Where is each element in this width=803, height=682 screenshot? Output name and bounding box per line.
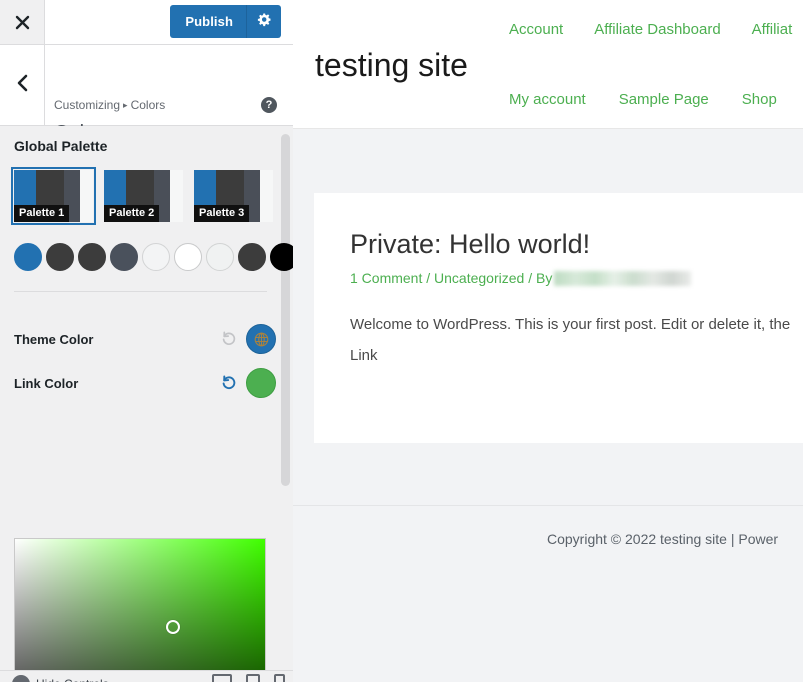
footer-copyright: Copyright © 2022 testing site | Power	[547, 530, 778, 548]
link-color-swatch-button[interactable]	[246, 368, 276, 398]
mobile-icon[interactable]	[274, 674, 285, 682]
nav-item-account[interactable]: Account	[509, 20, 563, 40]
site-title[interactable]: testing site	[315, 45, 468, 85]
breadcrumb-current: Colors	[131, 98, 166, 112]
undo-icon	[220, 330, 238, 348]
link-color-reset-button[interactable]	[220, 374, 238, 392]
palette-option-3[interactable]: Palette 3	[194, 170, 273, 222]
meta-separator-2: /	[524, 270, 536, 286]
section-divider	[14, 291, 267, 292]
post-card: Private: Hello world! 1 Comment / Uncate…	[314, 193, 803, 443]
desktop-icon[interactable]	[212, 674, 232, 682]
palette-color-5[interactable]	[142, 243, 170, 271]
nav-item-sample-page[interactable]: Sample Page	[619, 90, 709, 110]
post-author-redacted	[554, 271, 691, 286]
post-excerpt-line-2[interactable]: Link	[350, 340, 803, 371]
customizer-section-header: Customizing▸Colors Colors ?	[0, 45, 293, 126]
gear-icon	[257, 12, 272, 32]
globe-icon	[253, 331, 270, 348]
back-button[interactable]	[0, 45, 45, 125]
palette-color-3[interactable]	[78, 243, 106, 271]
device-preview-group	[212, 674, 285, 682]
customizer-topbar: Publish	[0, 0, 293, 45]
palette-option-1[interactable]: Palette 1	[14, 170, 93, 222]
hide-controls-label: Hide Controls	[36, 677, 109, 682]
publish-settings-button[interactable]	[246, 5, 281, 38]
theme-color-control: Theme Color	[0, 324, 293, 356]
post-comments-link[interactable]: 1 Comment	[350, 270, 422, 286]
site-footer: Copyright © 2022 testing site | Power	[293, 505, 803, 570]
close-customizer-button[interactable]	[0, 0, 45, 44]
link-color-picker	[14, 538, 266, 682]
post-excerpt: Welcome to WordPress. This is your first…	[350, 309, 803, 371]
close-icon	[15, 15, 30, 30]
theme-color-reset-button[interactable]	[220, 330, 238, 348]
palette-color-6[interactable]	[174, 243, 202, 271]
palette-color-2[interactable]	[46, 243, 74, 271]
palette-label: Palette 1	[14, 205, 69, 222]
palette-color-8[interactable]	[238, 243, 266, 271]
palette-swatch-row	[14, 243, 293, 271]
help-icon[interactable]: ?	[261, 97, 277, 113]
post-author-prefix: By	[536, 270, 552, 286]
customizer-footer-bar: Hide Controls	[0, 670, 293, 682]
nav-item-shop[interactable]: Shop	[742, 90, 777, 110]
palette-color-9[interactable]	[270, 243, 293, 271]
preview-content-area: Private: Hello world! 1 Comment / Uncate…	[293, 129, 803, 682]
customizer-scrollbar[interactable]	[281, 134, 290, 486]
meta-separator-1: /	[422, 270, 434, 286]
customizer-sidebar: Publish Customizing	[0, 0, 293, 682]
site-header: testing site Account Affiliate Dashboard…	[293, 0, 803, 129]
site-preview-pane: testing site Account Affiliate Dashboard…	[293, 0, 803, 682]
nav-item-affiliate-area[interactable]: Affiliat	[752, 20, 793, 40]
preview-bottom-filler	[293, 570, 803, 682]
palette-color-1[interactable]	[14, 243, 42, 271]
publish-group: Publish	[170, 5, 281, 38]
breadcrumb-root[interactable]: Customizing	[54, 98, 120, 112]
theme-color-swatch-button[interactable]	[246, 324, 276, 354]
palette-option-2[interactable]: Palette 2	[104, 170, 183, 222]
chevron-left-icon	[16, 74, 29, 97]
primary-navigation: Account Affiliate Dashboard Affiliat	[509, 20, 792, 40]
nav-item-my-account[interactable]: My account	[509, 90, 586, 110]
customizer-screen: Publish Customizing	[0, 0, 803, 682]
undo-icon	[220, 374, 238, 392]
secondary-navigation: My account Sample Page Shop	[509, 90, 777, 110]
post-title[interactable]: Private: Hello world!	[350, 227, 803, 261]
breadcrumb: Customizing▸Colors	[54, 98, 165, 112]
palette-color-4[interactable]	[110, 243, 138, 271]
global-palette-heading: Global Palette	[14, 138, 107, 154]
nav-item-affiliate-dashboard[interactable]: Affiliate Dashboard	[594, 20, 720, 40]
customizer-controls-panel: Global Palette Palette 1 Palette 2	[0, 126, 293, 682]
post-excerpt-line-1: Welcome to WordPress. This is your first…	[350, 309, 803, 340]
publish-button[interactable]: Publish	[170, 5, 246, 38]
saturation-value-area[interactable]	[15, 539, 265, 682]
theme-color-label: Theme Color	[14, 332, 93, 348]
post-category-link[interactable]: Uncategorized	[434, 270, 524, 286]
palette-color-7[interactable]	[206, 243, 234, 271]
saturation-pointer	[166, 620, 180, 634]
palette-label: Palette 2	[104, 205, 159, 222]
breadcrumb-separator-icon: ▸	[123, 98, 128, 112]
tablet-icon[interactable]	[246, 674, 260, 682]
post-meta: 1 Comment / Uncategorized / By	[350, 269, 803, 287]
palette-label: Palette 3	[194, 205, 249, 222]
hide-controls-button[interactable]: Hide Controls	[12, 675, 109, 682]
link-color-control: Link Color	[0, 368, 293, 400]
collapse-icon	[12, 675, 30, 682]
link-color-label: Link Color	[14, 376, 78, 392]
palette-thumbnail-list: Palette 1 Palette 2 Palette 3	[14, 170, 273, 222]
